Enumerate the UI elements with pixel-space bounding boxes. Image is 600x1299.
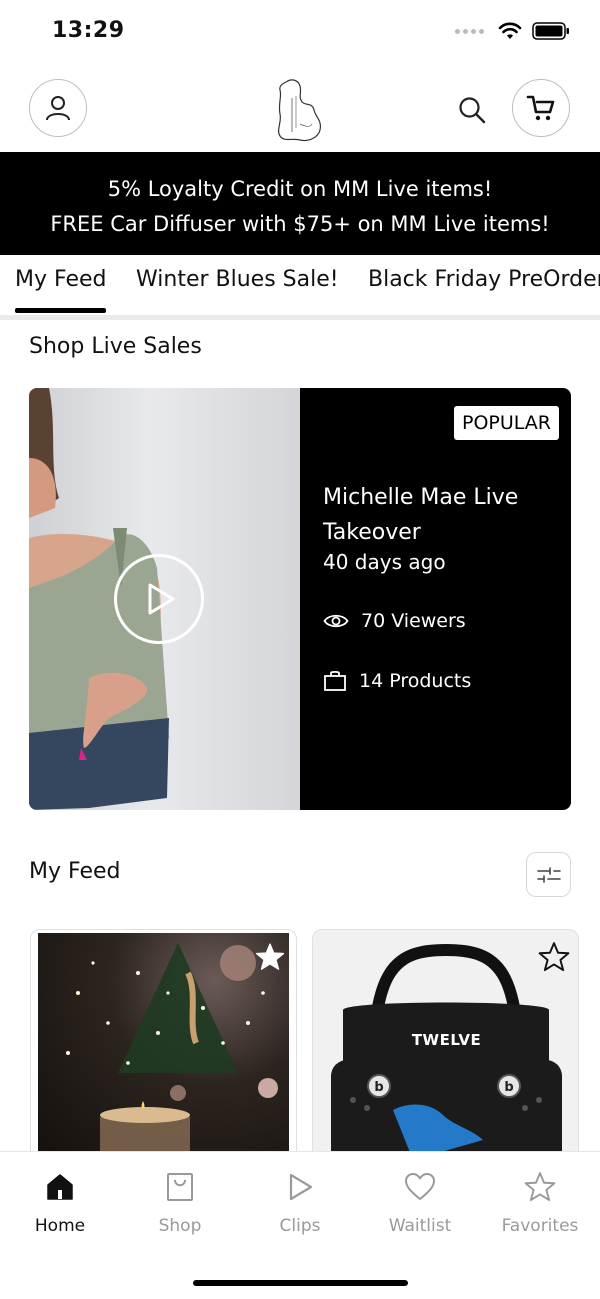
star-filled-icon xyxy=(255,943,285,970)
star-outline-icon xyxy=(538,942,570,972)
promo-line-2: FREE Car Diffuser with $75+ on MM Live i… xyxy=(50,212,550,236)
status-bar: 13:29 xyxy=(0,0,600,66)
popular-badge: POPULAR xyxy=(454,406,559,440)
wifi-icon xyxy=(498,22,522,39)
christmas-tree-candle-photo xyxy=(38,933,289,1168)
products-stat: 14 Products xyxy=(323,670,471,692)
nav-shop[interactable]: Shop xyxy=(120,1168,240,1236)
product-card[interactable]: b b TWELVE xyxy=(312,929,579,1169)
bag-print-text: TWELVE xyxy=(411,1031,482,1049)
tab-my-feed[interactable]: My Feed xyxy=(15,267,106,292)
filter-button[interactable] xyxy=(526,852,571,897)
eye-icon xyxy=(323,614,349,628)
viewers-stat: 70 Viewers xyxy=(323,610,466,632)
product-card[interactable] xyxy=(30,929,297,1169)
tab-winter-blues-sale[interactable]: Winter Blues Sale! xyxy=(136,267,339,292)
home-icon xyxy=(47,1174,73,1200)
my-feed-heading: My Feed xyxy=(29,859,121,884)
nav-waitlist[interactable]: Waitlist xyxy=(360,1168,480,1236)
bag-icon xyxy=(324,670,346,691)
nav-favorites-label: Favorites xyxy=(501,1216,579,1236)
tab-black-friday-preorder[interactable]: Black Friday PreOrder xyxy=(368,267,600,292)
star-icon xyxy=(524,1172,556,1202)
live-video-thumbnail[interactable] xyxy=(29,388,300,810)
search-button[interactable] xyxy=(452,90,492,130)
nav-home[interactable]: Home xyxy=(0,1168,120,1236)
promo-line-1: 5% Loyalty Credit on MM Live items! xyxy=(107,177,493,201)
heart-icon xyxy=(405,1173,435,1200)
person-icon xyxy=(46,96,70,121)
live-sale-time-ago: 40 days ago xyxy=(323,550,446,574)
app-header xyxy=(0,66,600,152)
account-button[interactable] xyxy=(29,79,87,137)
live-sales-heading: Shop Live Sales xyxy=(29,334,202,359)
promo-banner[interactable]: 5% Loyalty Credit on MM Live items! FREE… xyxy=(0,152,600,255)
sliders-icon xyxy=(536,866,561,883)
nav-waitlist-label: Waitlist xyxy=(388,1216,452,1236)
active-tab-indicator xyxy=(15,308,106,313)
svg-text:b: b xyxy=(504,1080,513,1095)
nav-shop-label: Shop xyxy=(158,1216,202,1236)
cart-icon xyxy=(526,95,555,121)
status-icons xyxy=(455,22,570,40)
play-button[interactable] xyxy=(114,554,204,644)
nav-favorites[interactable]: Favorites xyxy=(480,1168,600,1236)
play-icon xyxy=(289,1173,313,1201)
nav-home-label: Home xyxy=(34,1216,86,1236)
products-count: 14 Products xyxy=(359,670,472,692)
play-icon xyxy=(148,583,175,615)
viewers-count: 70 Viewers xyxy=(361,610,466,632)
svg-text:b: b xyxy=(374,1080,383,1095)
favorite-button[interactable] xyxy=(253,940,287,974)
michigan-logo-icon[interactable] xyxy=(272,76,330,148)
favorite-button[interactable] xyxy=(537,940,571,974)
category-tabs: My Feed Winter Blues Sale! Black Friday … xyxy=(0,255,600,317)
bottom-navigation: Home Shop Clips Waitlist Favorites xyxy=(0,1151,600,1299)
status-time: 13:29 xyxy=(52,18,125,43)
nav-clips-label: Clips xyxy=(279,1216,321,1236)
live-sale-title: Michelle Mae Live Takeover xyxy=(323,485,519,545)
home-indicator xyxy=(193,1280,408,1286)
cart-button[interactable] xyxy=(512,79,570,137)
signal-dots-icon xyxy=(455,28,484,34)
battery-icon xyxy=(532,22,569,40)
live-sale-card[interactable]: POPULAR Michelle Mae Live Takeover 40 da… xyxy=(29,388,571,810)
search-icon xyxy=(459,97,486,124)
tabs-divider xyxy=(0,315,600,320)
nav-clips[interactable]: Clips xyxy=(240,1168,360,1236)
shopping-bag-icon xyxy=(167,1173,193,1201)
